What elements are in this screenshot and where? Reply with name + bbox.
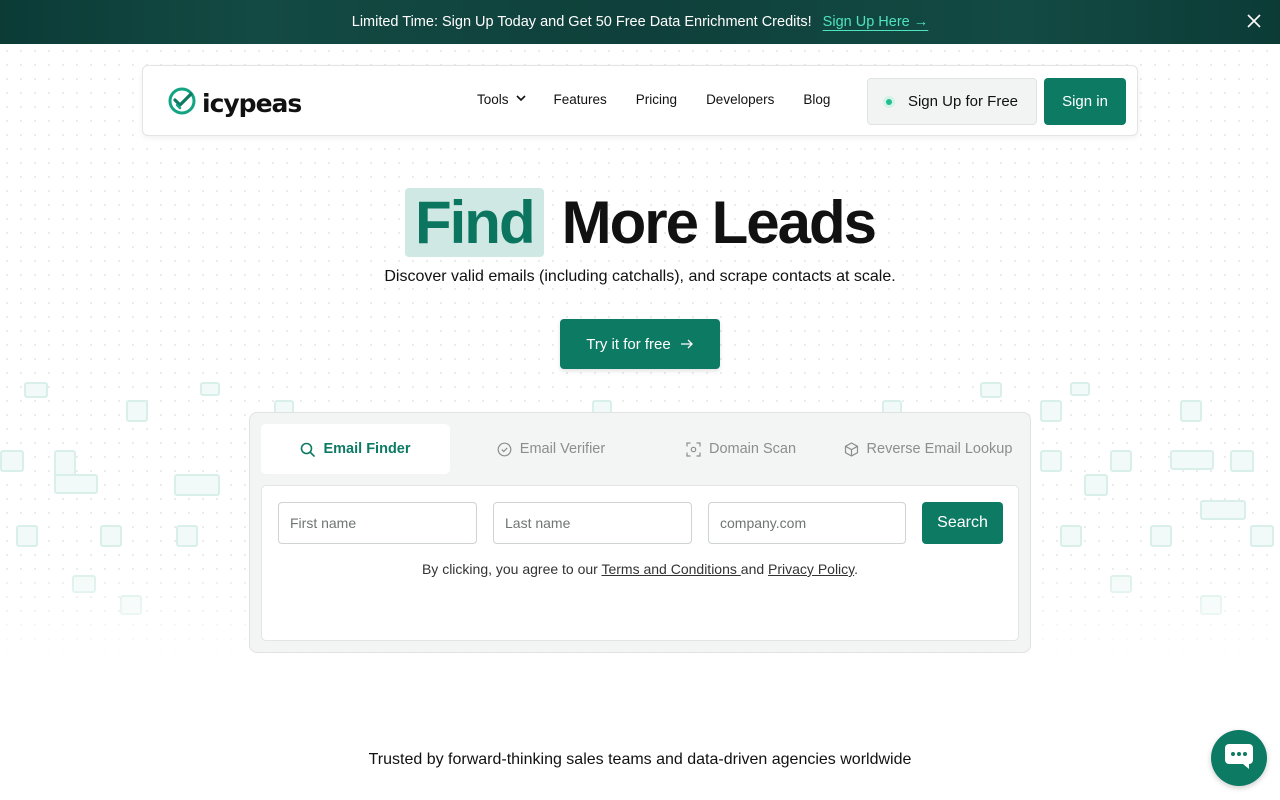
nav-tools-dropdown[interactable]: Tools [477,92,526,107]
chevron-down-icon [515,94,526,105]
consent-prefix: By clicking, you agree to our [421,561,602,577]
tab-reverse-email-lookup-label: Reverse Email Lookup [866,441,1013,457]
check-circle-icon [497,442,512,457]
tab-domain-scan-label: Domain Scan [708,441,797,457]
email-finder-form: Search By clicking, you agree to our Ter… [261,485,1019,641]
tab-email-verifier-label: Email Verifier [519,441,606,457]
nav-blog-link[interactable]: Blog [803,92,830,107]
first-name-input[interactable] [278,502,477,544]
icypeas-logo-icon [167,86,197,121]
hero-title-highlight: Find [404,188,544,257]
hero-subtitle: Discover valid emails (including catchal… [384,268,896,285]
privacy-link[interactable]: Privacy Policy [768,561,854,577]
announcement-signup-link[interactable]: Sign Up Here → [823,14,929,30]
tab-email-finder-label: Email Finder [323,441,411,457]
signin-button[interactable]: Sign in [1044,78,1126,125]
scan-icon [686,441,701,457]
status-dot-icon [885,98,892,105]
hero-title: Find More Leads [0,188,1280,257]
arrow-right-icon [680,336,694,352]
cube-icon [844,441,859,457]
announcement-bar: Limited Time: Sign Up Today and Get 50 F… [0,0,1280,44]
search-button[interactable]: Search [922,502,1003,544]
signup-free-button[interactable]: Sign Up for Free [867,78,1037,125]
logo[interactable]: icypeas [167,86,302,121]
nav-links: Tools Features Pricing Developers Blog [477,92,830,107]
chat-widget-button[interactable] [1211,730,1267,786]
tool-card: Email Finder Email Verifier Domain Scan … [249,412,1031,653]
search-icon [300,442,316,457]
consent-text: By clicking, you agree to our Terms and … [262,561,1018,577]
consent-suffix: . [854,561,859,577]
signup-free-label: Sign Up for Free [907,93,1019,110]
hero-title-rest: More Leads [561,189,877,256]
nav-pricing-link[interactable]: Pricing [636,92,677,107]
close-icon[interactable] [1244,12,1264,32]
tool-tabs: Email Finder Email Verifier Domain Scan … [261,424,1021,474]
nav-tools-label: Tools [477,92,509,107]
tab-email-verifier[interactable]: Email Verifier [461,424,641,474]
domain-input[interactable] [708,502,906,544]
logo-text: icypeas [202,89,302,118]
nav-developers-link[interactable]: Developers [706,92,774,107]
tab-domain-scan[interactable]: Domain Scan [651,424,831,474]
announcement-text: Limited Time: Sign Up Today and Get 50 F… [351,14,812,30]
tab-reverse-email-lookup[interactable]: Reverse Email Lookup [833,424,1023,474]
try-free-label: Try it for free [586,335,671,353]
tab-email-finder[interactable]: Email Finder [261,424,450,474]
chat-icon [1223,742,1255,775]
terms-link[interactable]: Terms and Conditions [601,561,740,577]
last-name-input[interactable] [493,502,692,544]
try-free-button[interactable]: Try it for free [560,319,720,369]
nav-features-link[interactable]: Features [554,92,607,107]
consent-and: and [740,561,769,577]
main-navigation: icypeas Tools Features Pricing Developer… [142,65,1138,136]
trusted-by-text: Trusted by forward-thinking sales teams … [368,751,912,768]
